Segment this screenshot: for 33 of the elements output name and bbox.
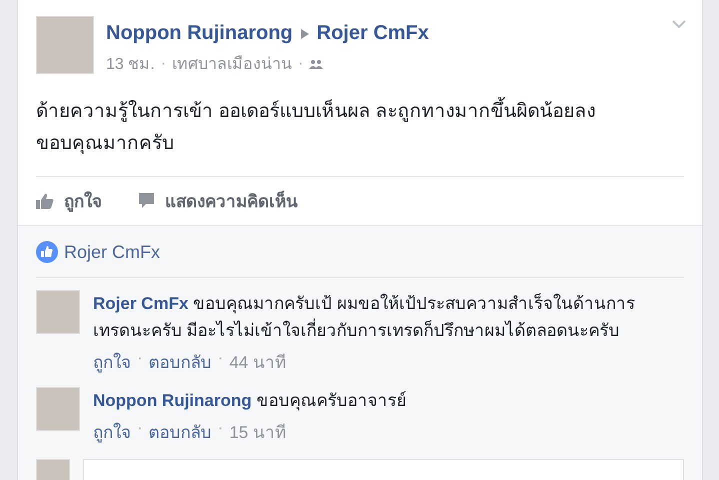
author-name[interactable]: Noppon Rujinarong [106,22,293,45]
liker-name[interactable]: Rojer CmFx [64,242,160,262]
dot-separator: · [298,54,304,72]
post-text: ด้ายความรู้ในการเข้า ออเดอร์แบบเห็นผล ละถูกทางมากขึ้นผิดน้อยลง ขอบคุณมากครับ [36,96,684,160]
comment-text: Rojer CmFx ขอบคุณมากครับเป้ ผมขอให้เป้ประสบความสำเร็จในด้านการเทรดนะครับ มีอะไรไม่เข้าใจเกี่ยวกับการเทรดก็ปรึกษาผมได้ตลอดนะครับ [93,292,636,342]
friends-icon[interactable] [309,58,324,68]
dot-separator: · [137,418,143,439]
target-name[interactable]: Rojer CmFx [316,22,429,45]
comment-action-link[interactable]: ถูกใจ [93,348,131,375]
chevron-down-icon[interactable] [672,20,686,29]
dot-separator: · [137,348,143,369]
speech-bubble-icon [138,192,155,209]
thumbs-up-icon [36,241,58,263]
comment-time[interactable]: 15 นาที [229,418,286,445]
thumbs-up-icon [36,192,54,208]
avatar-photo-placeholder[interactable] [36,16,94,74]
comment-action-link[interactable]: ถูกใจ [93,418,131,445]
avatar-photo-placeholder[interactable] [36,387,80,431]
dot-separator: · [218,348,224,369]
comment-time[interactable]: 44 นาที [229,348,286,375]
post-meta-link[interactable]: 13 ชม. [106,51,155,76]
comment-text: Noppon Rujinarong ขอบคุณครับอาจารย์ [93,390,408,412]
comment-button[interactable]: แสดงความคิดเห็น [138,187,298,214]
comment-author-link[interactable]: Noppon Rujinarong [93,391,252,410]
dot-separator: · [218,418,224,439]
dot-separator: · [160,54,166,72]
comment-action-link[interactable]: ตอบกลับ [148,418,212,445]
triangle-icon [300,28,309,38]
comment-action-link[interactable]: ตอบกลับ [148,348,212,375]
avatar-photo-placeholder[interactable] [36,290,80,334]
like-button[interactable]: ถูกใจ [36,187,102,214]
post-meta-link[interactable]: เทศบาลเมืองน่าน [172,51,292,76]
comment-author-link[interactable]: Rojer CmFx [93,294,188,313]
